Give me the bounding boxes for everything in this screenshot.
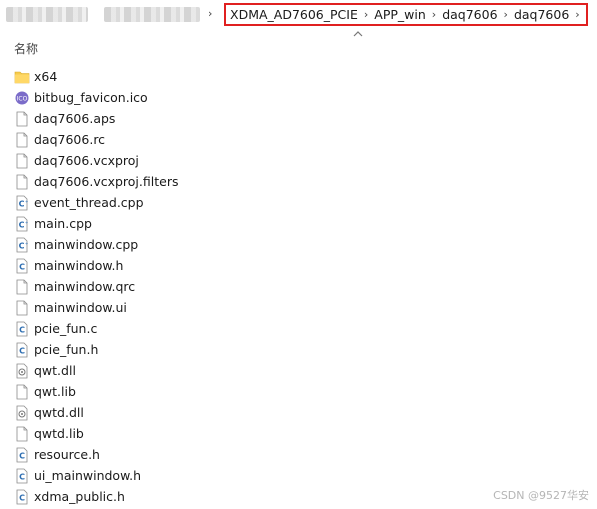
breadcrumb-item-1[interactable]: APP_win — [374, 7, 426, 22]
breadcrumb-item-0[interactable]: XDMA_AD7606_PCIE — [230, 7, 358, 22]
chevron-right-icon: › — [363, 8, 369, 21]
file-row[interactable]: ICO bitbug_favicon.ico — [14, 87, 574, 108]
file-name: daq7606.aps — [34, 111, 116, 126]
generic-file-icon — [14, 111, 30, 127]
svg-text:+: + — [25, 241, 28, 246]
chevron-right-icon: › — [575, 8, 580, 21]
generic-file-icon — [14, 426, 30, 442]
svg-text:C: C — [19, 451, 25, 460]
svg-text:C: C — [19, 346, 25, 355]
cpp-file-icon: C + — [14, 216, 30, 232]
file-name: daq7606.vcxproj — [34, 153, 139, 168]
file-row[interactable]: x64 — [14, 66, 574, 87]
generic-file-icon — [14, 300, 30, 316]
generic-file-icon — [14, 132, 30, 148]
file-name: qwt.dll — [34, 363, 76, 378]
c-header-file-icon: C — [14, 447, 30, 463]
file-name: mainwindow.cpp — [34, 237, 139, 252]
file-name: mainwindow.h — [34, 258, 124, 273]
file-row[interactable]: Cxdma_public.h — [14, 486, 574, 507]
c-header-file-icon: C — [14, 342, 30, 358]
chevron-right-icon: › — [503, 8, 508, 21]
chevron-right-icon: › — [431, 8, 437, 21]
file-name: daq7606.vcxproj.filters — [34, 174, 179, 189]
ico-file-icon: ICO — [14, 90, 30, 106]
folder-icon — [14, 69, 30, 85]
watermark: CSDN @9527华安 — [493, 489, 589, 502]
file-row[interactable]: mainwindow.qrc — [14, 276, 574, 297]
file-row[interactable]: C + mainwindow.cpp — [14, 234, 574, 255]
file-name: event_thread.cpp — [34, 195, 144, 210]
c-header-file-icon: C — [14, 468, 30, 484]
file-row[interactable]: qwtd.dll — [14, 402, 574, 423]
svg-text:C: C — [19, 241, 25, 250]
dll-file-icon — [14, 363, 30, 379]
svg-text:+: + — [25, 220, 28, 225]
blurred-path-segment — [104, 7, 200, 22]
file-row[interactable]: C + event_thread.cpp — [14, 192, 574, 213]
file-row[interactable]: mainwindow.ui — [14, 297, 574, 318]
file-list: x64 ICO bitbug_favicon.ico daq7606.aps daq76… — [14, 66, 574, 507]
file-row[interactable]: Cpcie_fun.h — [14, 339, 574, 360]
file-name: pcie_fun.c — [34, 321, 98, 336]
cpp-file-icon: C + — [14, 195, 30, 211]
file-name: qwtd.lib — [34, 426, 84, 441]
file-row[interactable]: daq7606.vcxproj — [14, 150, 574, 171]
svg-text:C: C — [19, 472, 25, 481]
file-name: ui_mainwindow.h — [34, 468, 142, 483]
file-name: main.cpp — [34, 216, 92, 231]
svg-text:+: + — [25, 199, 28, 204]
svg-text:C: C — [19, 262, 25, 271]
file-row[interactable]: Cresource.h — [14, 444, 574, 465]
file-row[interactable]: Cpcie_fun.c — [14, 318, 574, 339]
blurred-path-segment — [6, 7, 88, 22]
file-row[interactable]: qwt.dll — [14, 360, 574, 381]
file-row[interactable]: Cui_mainwindow.h — [14, 465, 574, 486]
c-header-file-icon: C — [14, 489, 30, 505]
breadcrumb-item-3[interactable]: daq7606 — [514, 7, 569, 22]
file-name: pcie_fun.h — [34, 342, 99, 357]
generic-file-icon — [14, 174, 30, 190]
file-row[interactable]: Cmainwindow.h — [14, 255, 574, 276]
column-header-name[interactable]: 名称 — [14, 40, 38, 57]
svg-text:C: C — [19, 493, 25, 502]
file-name: daq7606.rc — [34, 132, 106, 147]
file-name: bitbug_favicon.ico — [34, 90, 148, 105]
cpp-file-icon: C + — [14, 237, 30, 253]
c-file-icon: C — [14, 321, 30, 337]
file-name: qwtd.dll — [34, 405, 84, 420]
svg-text:C: C — [19, 325, 25, 334]
c-header-file-icon: C — [14, 258, 30, 274]
breadcrumb-item-2[interactable]: daq7606 — [442, 7, 497, 22]
svg-text:C: C — [19, 199, 25, 208]
file-name: qwt.lib — [34, 384, 76, 399]
file-row[interactable]: daq7606.rc — [14, 129, 574, 150]
file-name: mainwindow.ui — [34, 300, 127, 315]
file-name: x64 — [34, 69, 58, 84]
sort-ascending-icon — [353, 31, 363, 37]
address-bar[interactable]: › XDMA_AD7606_PCIE › APP_win › daq7606 ›… — [0, 0, 597, 30]
dll-file-icon — [14, 405, 30, 421]
breadcrumb: XDMA_AD7606_PCIE › APP_win › daq7606 › d… — [224, 3, 588, 26]
generic-file-icon — [14, 153, 30, 169]
file-row[interactable]: qwt.lib — [14, 381, 574, 402]
file-row[interactable]: qwtd.lib — [14, 423, 574, 444]
file-name: xdma_public.h — [34, 489, 125, 504]
chevron-right-icon: › — [208, 7, 213, 20]
generic-file-icon — [14, 279, 30, 295]
svg-text:ICO: ICO — [17, 95, 28, 102]
file-row[interactable]: C + main.cpp — [14, 213, 574, 234]
generic-file-icon — [14, 384, 30, 400]
svg-text:C: C — [19, 220, 25, 229]
file-name: mainwindow.qrc — [34, 279, 136, 294]
file-name: resource.h — [34, 447, 100, 462]
file-row[interactable]: daq7606.vcxproj.filters — [14, 171, 574, 192]
file-row[interactable]: daq7606.aps — [14, 108, 574, 129]
